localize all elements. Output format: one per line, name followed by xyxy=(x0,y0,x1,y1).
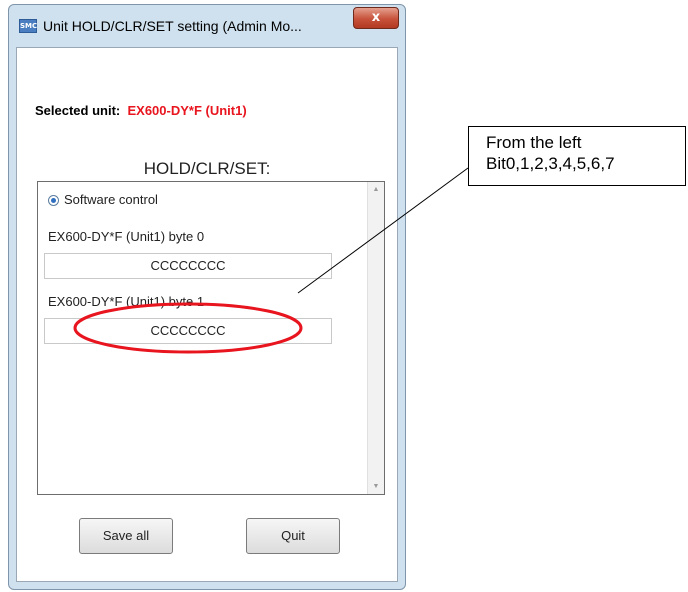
highlight-ellipse xyxy=(73,302,303,354)
callout-leader-line xyxy=(297,167,469,294)
annotation-overlay xyxy=(73,167,469,354)
